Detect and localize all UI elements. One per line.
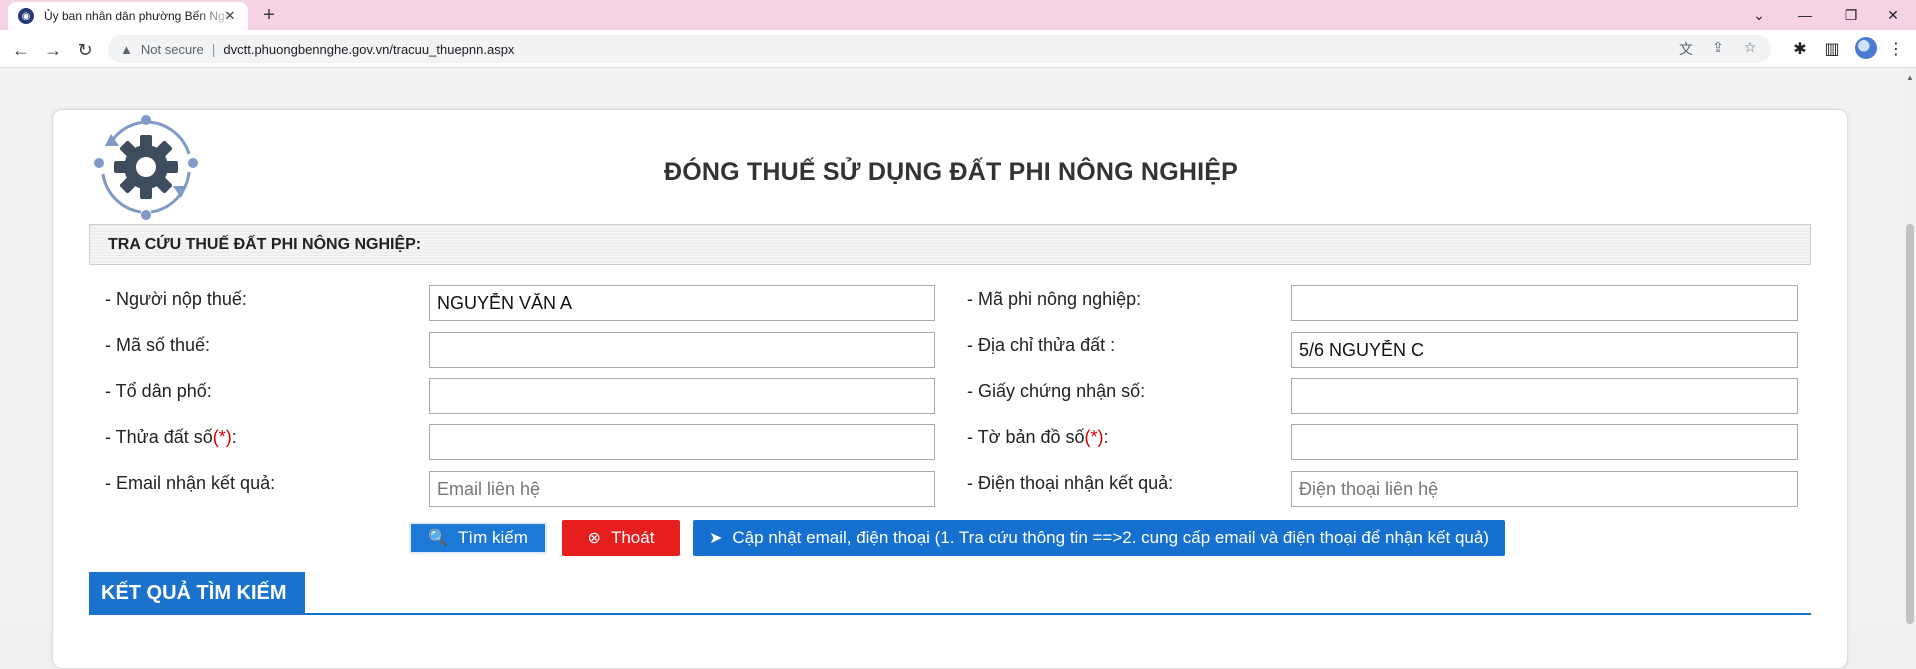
tab-title: Ủy ban nhân dân phường Bến Nghé bbox=[44, 9, 234, 23]
back-arrow-icon[interactable]: ← bbox=[8, 37, 34, 63]
map-sheet-input[interactable] bbox=[1291, 424, 1798, 460]
label-land-parcel: - Thửa đất số(*): bbox=[105, 427, 237, 447]
window-restore-icon[interactable]: ❐ bbox=[1828, 0, 1874, 30]
page-scrollbar[interactable]: ▲ bbox=[1904, 69, 1916, 630]
result-email-input[interactable] bbox=[429, 471, 935, 507]
share-icon[interactable]: ⇪ bbox=[1709, 39, 1727, 59]
new-tab-plus-icon[interactable]: + bbox=[258, 3, 280, 27]
label-certificate-number: - Giấy chứng nhận số: bbox=[967, 381, 1146, 401]
main-card: ĐÓNG THUẾ SỬ DỤNG ĐẤT PHI NÔNG NGHIỆP TR… bbox=[52, 109, 1848, 669]
required-marker: (*) bbox=[1084, 427, 1104, 447]
forward-arrow-icon[interactable]: → bbox=[40, 37, 66, 63]
required-marker: (*) bbox=[212, 427, 232, 447]
side-panel-icon[interactable]: ▥ bbox=[1822, 39, 1842, 59]
label-result-email: - Email nhận kết quả: bbox=[105, 473, 276, 493]
label-result-phone: - Điện thoại nhận kết quả: bbox=[967, 473, 1174, 493]
land-parcel-input[interactable] bbox=[429, 424, 935, 460]
label-map-sheet: - Tờ bản đồ số(*): bbox=[967, 427, 1109, 447]
taxpayer-input[interactable] bbox=[429, 285, 935, 321]
label-tax-code: - Mã số thuế: bbox=[105, 335, 211, 355]
close-circle-icon: ⊗ bbox=[587, 530, 601, 547]
section-title: TRA CỨU THUẾ ĐẤT PHI NÔNG NGHIỆP: bbox=[108, 235, 422, 253]
tab-search-chevron-icon[interactable]: ⌄ bbox=[1736, 0, 1782, 30]
search-icon: 🔍 bbox=[428, 530, 449, 547]
certificate-number-input[interactable] bbox=[1291, 378, 1798, 414]
reload-icon[interactable]: ↻ bbox=[72, 37, 98, 63]
bookmark-star-icon[interactable]: ☆ bbox=[1741, 39, 1759, 59]
label-taxpayer: - Người nộp thuế: bbox=[105, 289, 247, 309]
translate-icon[interactable]: 文 bbox=[1677, 39, 1695, 59]
non-agri-code-input[interactable] bbox=[1291, 285, 1798, 321]
exit-button-label: Thoát bbox=[610, 528, 655, 547]
search-section-header: TRA CỨU THUẾ ĐẤT PHI NÔNG NGHIỆP: bbox=[89, 224, 1811, 265]
update-contact-button-label: Cập nhật email, điện thoại (1. Tra cứu t… bbox=[732, 528, 1489, 547]
scrollbar-thumb[interactable] bbox=[1906, 224, 1914, 624]
send-plane-icon: ➤ bbox=[709, 530, 723, 547]
label-non-agri-code: - Mã phi nông nghiệp: bbox=[967, 289, 1142, 309]
window-close-icon[interactable]: ✕ bbox=[1870, 0, 1916, 30]
browser-toolbar: ← → ↻ ▲ Not secure | dvctt.phuongbennghe… bbox=[0, 30, 1916, 68]
label-residential-group: - Tổ dân phố: bbox=[105, 381, 212, 401]
extensions-puzzle-icon[interactable]: ✱ bbox=[1790, 39, 1810, 59]
results-title: KẾT QUẢ TÌM KIẾM bbox=[101, 581, 287, 604]
exit-button[interactable]: ⊗ Thoát bbox=[562, 520, 680, 556]
url-text[interactable]: dvctt.phuongbennghe.gov.vn/tracuu_thuepn… bbox=[223, 42, 514, 57]
browser-tab-active[interactable]: ◉ Ủy ban nhân dân phường Bến Nghé ✕ bbox=[8, 2, 248, 30]
browser-menu-icon[interactable]: ⋮ bbox=[1886, 39, 1906, 59]
window-minimize-icon[interactable]: — bbox=[1782, 0, 1828, 30]
results-header: KẾT QUẢ TÌM KIẾM bbox=[89, 572, 305, 614]
page-viewport: ĐÓNG THUẾ SỬ DỤNG ĐẤT PHI NÔNG NGHIỆP TR… bbox=[0, 69, 1904, 669]
page-title: ĐÓNG THUẾ SỬ DỤNG ĐẤT PHI NÔNG NGHIỆP bbox=[663, 158, 1238, 186]
residential-group-input[interactable] bbox=[429, 378, 935, 414]
result-phone-input[interactable] bbox=[1291, 471, 1798, 507]
address-separator: | bbox=[211, 41, 216, 57]
warning-triangle-icon[interactable]: ▲ bbox=[120, 42, 133, 57]
search-button[interactable]: 🔍 Tìm kiếm bbox=[409, 522, 547, 554]
site-favicon-icon: ◉ bbox=[18, 8, 34, 24]
update-contact-button[interactable]: ➤ Cập nhật email, điện thoại (1. Tra cứu… bbox=[693, 520, 1505, 556]
parcel-address-input[interactable] bbox=[1291, 332, 1798, 368]
tax-code-input[interactable] bbox=[429, 332, 935, 368]
label-parcel-address: - Địa chỉ thửa đất : bbox=[967, 335, 1116, 355]
security-status[interactable]: Not secure bbox=[141, 42, 204, 57]
address-bar[interactable]: ▲ Not secure | dvctt.phuongbennghe.gov.v… bbox=[108, 35, 1771, 63]
scroll-up-arrow-icon[interactable]: ▲ bbox=[1906, 73, 1914, 82]
search-button-label: Tìm kiếm bbox=[458, 528, 528, 547]
browser-tabstrip: ◉ Ủy ban nhân dân phường Bến Nghé ✕ + ⌄ … bbox=[0, 0, 1916, 30]
omnibox-actions: 文 ⇪ ☆ bbox=[1677, 39, 1759, 59]
profile-avatar[interactable] bbox=[1855, 37, 1877, 59]
tab-close-icon[interactable]: ✕ bbox=[222, 8, 238, 24]
results-divider bbox=[89, 613, 1811, 615]
